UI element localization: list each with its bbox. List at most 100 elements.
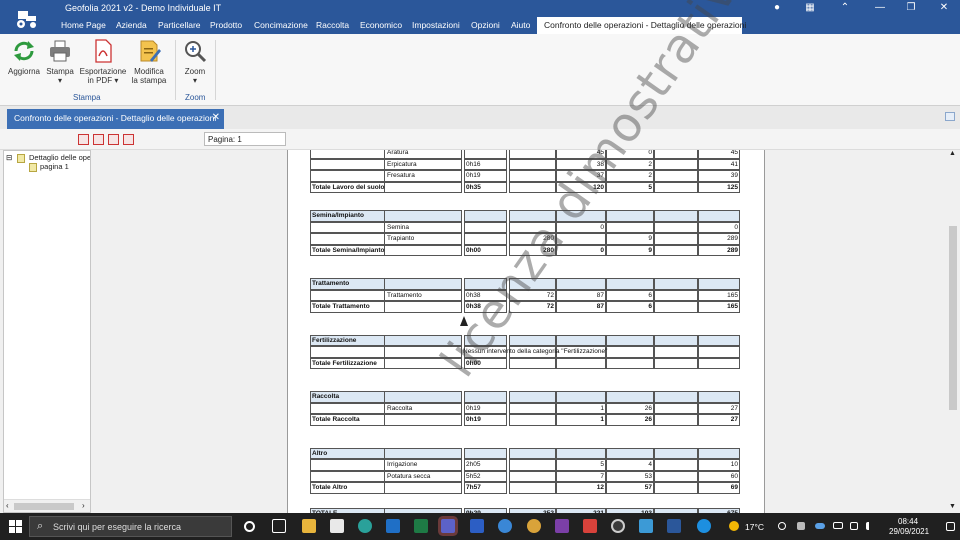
pdf-icon xyxy=(95,39,112,63)
task-view-icon[interactable] xyxy=(272,519,286,533)
menu-opzioni[interactable]: Opzioni xyxy=(471,20,500,30)
volume-icon[interactable] xyxy=(866,522,875,530)
mouse-cursor xyxy=(460,316,468,326)
store-icon[interactable] xyxy=(330,519,344,533)
page-number-field[interactable]: Pagina: 1 xyxy=(204,132,286,146)
edge-icon[interactable] xyxy=(358,519,372,533)
teams-icon[interactable] xyxy=(441,519,455,533)
scroll-down-icon[interactable]: ▼ xyxy=(949,503,956,510)
people-icon[interactable] xyxy=(778,522,786,530)
minimize-icon[interactable]: — xyxy=(873,2,887,13)
last-page-icon[interactable] xyxy=(123,134,134,145)
document-tab[interactable]: Confronto delle operazioni - Dettaglio d… xyxy=(7,109,224,129)
display-icon[interactable] xyxy=(850,522,858,530)
scrollbar-thumb[interactable] xyxy=(949,226,957,410)
close-icon[interactable]: ✕ xyxy=(212,112,220,123)
menu-home[interactable]: Home Page xyxy=(61,20,106,30)
report-section-header-value-cell xyxy=(556,278,606,290)
menu-raccolta[interactable]: Raccolta xyxy=(316,20,349,30)
previous-page-icon[interactable] xyxy=(93,134,104,145)
preview-vertical-scrollbar[interactable]: ▲ ▼ xyxy=(947,150,959,513)
notification-icon[interactable] xyxy=(946,522,955,531)
restore-ribbon-icon[interactable]: ⌃ xyxy=(838,2,852,13)
menu-prodotto[interactable]: Prodotto xyxy=(210,20,242,30)
report-row-value: 289 xyxy=(727,235,738,242)
acrobat-icon[interactable] xyxy=(583,519,597,533)
word-icon[interactable] xyxy=(470,519,484,533)
menu-concimazione[interactable]: Concimazione xyxy=(254,20,308,30)
app-icon[interactable] xyxy=(527,519,541,533)
geofolia-taskbar-icon[interactable] xyxy=(667,519,681,533)
weather-icon[interactable] xyxy=(729,521,739,531)
report-total-row-label: Totale Altro xyxy=(312,484,348,491)
scroll-up-icon[interactable]: ▲ xyxy=(949,150,956,157)
export-pdf-button[interactable]: Esportazione in PDF ▾ xyxy=(78,38,128,85)
onedrive-icon[interactable] xyxy=(815,523,825,529)
menu-azienda[interactable]: Azienda xyxy=(116,20,147,30)
refresh-button[interactable]: Aggiorna xyxy=(6,38,42,76)
report-row-value-cell xyxy=(606,221,654,233)
menu-aiuto[interactable]: Aiuto xyxy=(511,20,530,30)
outlook-icon[interactable] xyxy=(386,519,400,533)
media-icon[interactable] xyxy=(639,519,653,533)
tree-root[interactable]: Dettaglio delle operaz xyxy=(29,153,90,162)
scroll-right-icon[interactable]: › xyxy=(82,501,85,510)
windows-start-icon[interactable] xyxy=(9,520,22,533)
next-page-icon[interactable] xyxy=(108,134,119,145)
menu-economico[interactable]: Economico xyxy=(360,20,402,30)
report-row-value-cell xyxy=(509,470,556,482)
zoom-button[interactable]: Zoom ▾ xyxy=(180,38,210,85)
report-section-header-time-cell xyxy=(464,210,507,222)
edit-document-icon xyxy=(140,40,161,62)
menu-particellare[interactable]: Particellare xyxy=(158,20,201,30)
report-section-header-value-cell xyxy=(556,447,606,459)
cortana-icon[interactable] xyxy=(244,521,255,532)
zoom-label: Zoom xyxy=(184,67,206,76)
network-icon[interactable] xyxy=(833,522,843,529)
report-row-value-cell xyxy=(654,170,698,182)
tree-item-page[interactable]: pagina 1 xyxy=(40,162,69,171)
report-row-value-cell xyxy=(654,289,698,301)
report-total-row-value-cell xyxy=(606,357,654,369)
scrollbar-thumb[interactable] xyxy=(14,503,74,510)
weather-temperature[interactable]: 17°C xyxy=(745,522,764,532)
excel-icon[interactable] xyxy=(414,519,428,533)
report-total-row-value: 1 xyxy=(600,416,604,423)
report-total-row-value-cell xyxy=(654,244,698,256)
edit-label-line1: Modifica xyxy=(134,67,164,76)
onenote-icon[interactable] xyxy=(555,519,569,533)
clock-time[interactable]: 08:44 xyxy=(898,517,918,526)
pin-icon[interactable] xyxy=(945,112,955,121)
report-total-row-value-cell xyxy=(698,357,740,369)
calculator-icon[interactable]: ▦ xyxy=(803,2,817,13)
clock-date[interactable]: 29/09/2021 xyxy=(889,527,929,536)
report-row-time: 2h05 xyxy=(466,461,481,468)
report-row-value-cell xyxy=(654,221,698,233)
help-icon[interactable]: ● xyxy=(770,2,784,13)
report-section-header-value-cell xyxy=(556,391,606,403)
tree-horizontal-scrollbar[interactable]: ‹ › xyxy=(4,499,90,512)
report-row-value: 9 xyxy=(648,235,652,242)
first-page-icon[interactable] xyxy=(78,134,89,145)
maximize-icon[interactable]: ❐ xyxy=(904,2,918,13)
menu-impostazioni[interactable]: Impostazioni xyxy=(412,20,460,30)
print-button[interactable]: Stampa ▾ xyxy=(44,38,76,85)
report-total-row-label: Totale Lavoro del suolo xyxy=(312,183,385,191)
report-total-row-op-cell xyxy=(384,482,462,494)
tray-icon[interactable] xyxy=(797,522,805,530)
taskbar-search-box[interactable]: ⌕ Scrivi qui per eseguire la ricerca xyxy=(29,516,232,537)
chrome-icon[interactable] xyxy=(611,519,625,533)
report-total-row-value-cell xyxy=(654,482,698,494)
report-section-header-op-cell xyxy=(384,210,462,222)
help-app-icon[interactable] xyxy=(697,519,711,533)
report-total-row-value: 27 xyxy=(730,416,738,423)
meeting-icon[interactable] xyxy=(498,519,512,533)
edit-label-line2: la stampa xyxy=(131,76,167,85)
report-section-header-value-cell xyxy=(509,391,556,403)
tree-collapse-icon[interactable]: ⊟ xyxy=(6,153,12,162)
scroll-left-icon[interactable]: ‹ xyxy=(6,501,9,510)
report-total-row-value-cell xyxy=(654,181,698,193)
file-explorer-icon[interactable] xyxy=(302,519,316,533)
edit-print-button[interactable]: Modifica la stampa xyxy=(130,38,168,85)
close-icon[interactable]: ✕ xyxy=(937,2,951,13)
